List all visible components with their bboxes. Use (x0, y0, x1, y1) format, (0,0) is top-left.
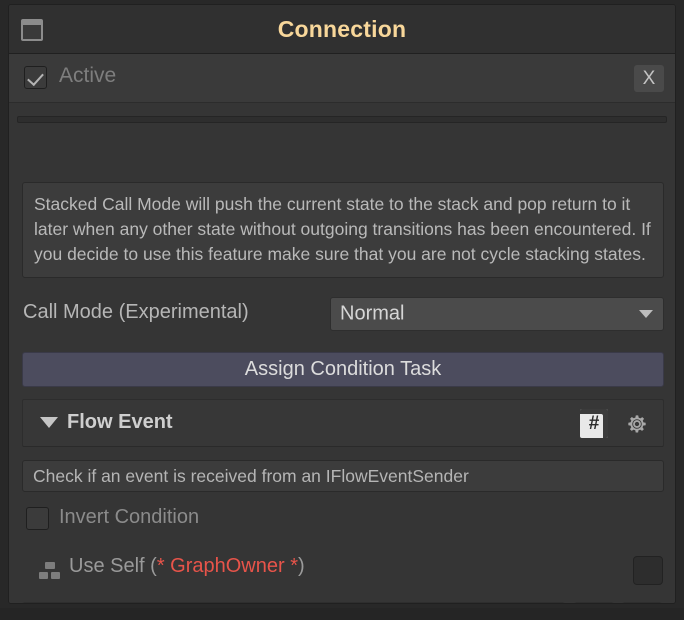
flow-event-description: Check if an event is received from an IF… (22, 460, 664, 492)
event-name-row: Quit M (22, 602, 664, 603)
use-self-prefix: Use Self ( (69, 555, 157, 577)
call-mode-label: Call Mode (Experimental) (23, 301, 249, 323)
call-mode-value: Normal (340, 302, 405, 325)
inspector-window-root: Connection Active X Stacked Call Mode wi… (0, 0, 684, 620)
refresh-button[interactable] (622, 602, 662, 603)
target-object-field[interactable] (633, 556, 663, 585)
use-self-suffix: ) (297, 555, 305, 577)
gear-icon[interactable] (624, 411, 650, 437)
active-checkbox[interactable] (24, 66, 47, 89)
active-label: Active (59, 64, 117, 87)
invert-condition-checkbox[interactable] (26, 507, 49, 530)
foldout-triangle-down-icon[interactable] (40, 417, 58, 428)
active-row: Active X (9, 54, 675, 103)
call-mode-row: Call Mode (Experimental) Normal (22, 297, 664, 331)
stacked-call-mode-description: Stacked Call Mode will push the current … (22, 182, 664, 278)
window-bottom-edge (0, 608, 684, 620)
connection-inspector-window: Connection Active X Stacked Call Mode wi… (8, 4, 676, 604)
prefab-blocks-icon (39, 562, 61, 580)
separator-bar-top (17, 116, 667, 123)
window-titlebar: Connection (9, 5, 675, 54)
mode-toggle-button[interactable]: M (574, 602, 614, 603)
event-name-dropdown[interactable]: Quit (22, 602, 565, 603)
call-mode-dropdown[interactable]: Normal (330, 297, 664, 331)
close-button[interactable]: X (634, 65, 664, 92)
flow-event-title: Flow Event (67, 411, 173, 433)
invert-condition-label: Invert Condition (59, 506, 200, 528)
page-title: Connection (277, 16, 407, 42)
flow-event-header[interactable]: Flow Event # (22, 399, 664, 447)
use-self-accent: * GraphOwner * (156, 555, 298, 577)
target-object-row: Use Self (* GraphOwner *) (9, 554, 675, 588)
chevron-down-icon (639, 310, 653, 318)
csharp-script-icon[interactable]: # (580, 409, 608, 438)
use-self-label: Use Self (* GraphOwner *) (69, 555, 305, 578)
assign-condition-task-button[interactable]: Assign Condition Task (22, 352, 664, 387)
inspector-body: Active X Stacked Call Mode will push the… (9, 54, 675, 603)
